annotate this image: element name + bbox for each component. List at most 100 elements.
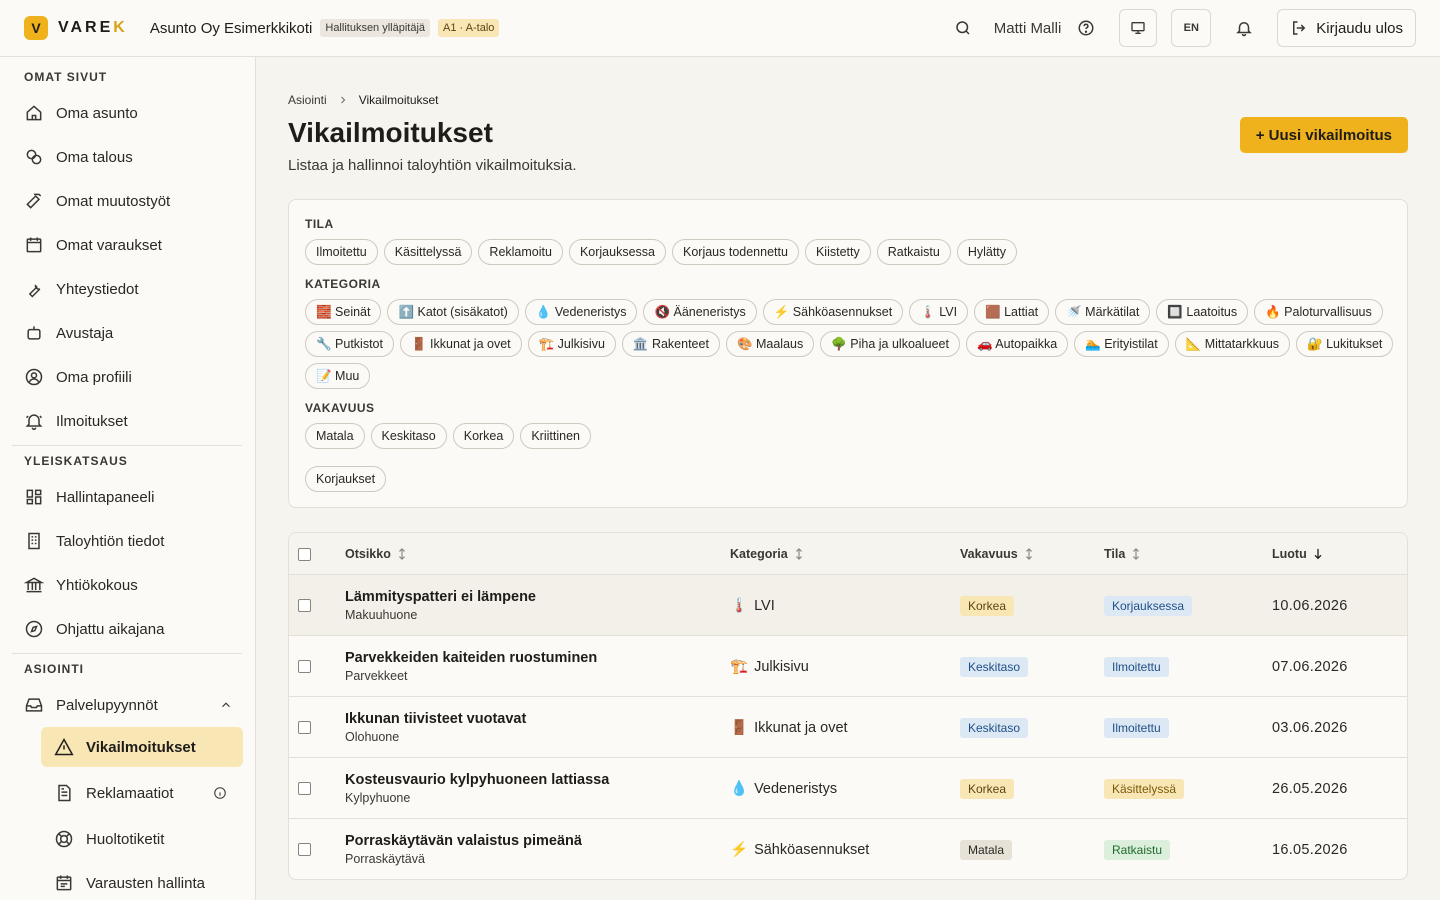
sidebar-item-palvelupyynnot[interactable]: Palvelupyynnöt (0, 683, 255, 727)
status-badge: Käsittelyssä (1104, 778, 1185, 799)
select-all-cell (298, 533, 311, 575)
sidebar-item-omat-muutostyot[interactable]: Omat muutostyöt (0, 179, 255, 223)
table-row[interactable]: Ikkunan tiivisteet vuotavat Olohuone 🚪 Ikku… (289, 697, 1407, 758)
sidebar-item-omat-varaukset[interactable]: Omat varaukset (0, 223, 255, 267)
row-title[interactable]: Kosteusvaurio kylpyhuoneen lattiassa (345, 772, 609, 788)
sort-desc-icon (1314, 548, 1322, 560)
filter-chip-kategoria-3[interactable]: 🔇 Ääneneristys (643, 299, 757, 325)
filter-chip-kategoria-19[interactable]: 🔐 Lukitukset (1296, 331, 1394, 357)
col-status[interactable]: Tila (1104, 533, 1141, 575)
filter-chip-tila-6[interactable]: Ratkaistu (876, 239, 951, 265)
logout-button[interactable]: Kirjaudu ulos (1277, 9, 1416, 47)
filter-chip-kategoria-12[interactable]: 🏗️ Julkisivu (527, 331, 616, 357)
filter-chip-tila-2[interactable]: Reklamoitu (478, 239, 563, 265)
sidebar-item-huoltotiketit[interactable]: Huoltotiketit (41, 819, 243, 859)
sidebar-item-ohjattu-aikajana[interactable]: Ohjattu aikajana (0, 607, 255, 651)
sidebar-item-varausten-hallinta[interactable]: Varausten hallinta (41, 863, 243, 900)
filter-chip-tila-0[interactable]: Ilmoitettu (305, 239, 378, 265)
filter-chip-vakavuus-1[interactable]: Keskitaso (370, 423, 447, 449)
row-checkbox[interactable] (298, 721, 311, 734)
search-icon[interactable] (944, 9, 982, 47)
row-checkbox[interactable] (298, 599, 311, 612)
filter-chip-vakavuus-0[interactable]: Matala (305, 423, 365, 449)
language-button[interactable]: EN (1171, 9, 1212, 47)
col-created[interactable]: Luotu (1272, 533, 1323, 575)
sidebar-item-taloyhtion-tiedot[interactable]: Taloyhtiön tiedot (0, 519, 255, 563)
row-category-cell: 🌡️ LVI (730, 575, 775, 636)
sort-icon (1025, 548, 1032, 560)
select-all-checkbox[interactable] (298, 547, 311, 561)
sort-icon (795, 548, 802, 560)
col-category[interactable]: Kategoria (730, 533, 804, 575)
user-name[interactable]: Matti Malli (994, 20, 1062, 37)
sidebar-item-yhteystiedot[interactable]: Yhteystiedot (0, 267, 255, 311)
row-title[interactable]: Parvekkeiden kaiteiden ruostuminen (345, 650, 597, 666)
filter-chip-korjaukset[interactable]: Korjaukset (305, 466, 387, 492)
filter-chip-kategoria-17[interactable]: 🏊 Erityistilat (1074, 331, 1169, 357)
row-date-cell: 03.06.2026 (1272, 697, 1348, 758)
table-row[interactable]: Parvekkeiden kaiteiden ruostuminen Parvek… (289, 636, 1407, 697)
severity-badge: Korkea (960, 595, 1015, 616)
row-checkbox[interactable] (298, 782, 311, 795)
lifebuoy-icon (55, 830, 73, 848)
row-date-cell: 16.05.2026 (1272, 819, 1348, 879)
filter-chip-kategoria-1[interactable]: ⬆️ Katot (sisäkatot) (387, 299, 519, 325)
table-row[interactable]: Kosteusvaurio kylpyhuoneen lattiassa Kylp… (289, 758, 1407, 819)
sidebar-item-avustaja[interactable]: Avustaja (0, 311, 255, 355)
filter-chip-kategoria-16[interactable]: 🚗 Autopaikka (965, 331, 1069, 357)
filter-chip-kategoria-2[interactable]: 💧 Vedeneristys (524, 299, 638, 325)
filter-chip-kategoria-18[interactable]: 📐 Mittatarkkuus (1174, 331, 1291, 357)
filter-chip-kategoria-10[interactable]: 🔧 Putkistot (305, 331, 394, 357)
sidebar-item-yhtiokokous[interactable]: Yhtiökokous (0, 563, 255, 607)
new-fault-report-button[interactable]: + Uusi vikailmoitus (1239, 117, 1408, 153)
filter-chip-kategoria-5[interactable]: 🌡️ LVI (909, 299, 969, 325)
sidebar-item-oma-asunto[interactable]: Oma asunto (0, 91, 255, 135)
filter-chip-kategoria-4[interactable]: ⚡ Sähköasennukset (762, 299, 904, 325)
filter-chip-kategoria-14[interactable]: 🎨 Maalaus (725, 331, 815, 357)
row-select-cell (298, 636, 311, 697)
sidebar-item-oma-talous[interactable]: Oma talous (0, 135, 255, 179)
row-title[interactable]: Porraskäytävän valaistus pimeänä (345, 833, 582, 849)
sidebar-item-ilmoitukset[interactable]: Ilmoitukset (0, 399, 255, 443)
severity-badge: Keskitaso (960, 717, 1029, 738)
filter-chip-vakavuus-2[interactable]: Korkea (452, 423, 515, 449)
col-severity[interactable]: Vakavuus (960, 533, 1034, 575)
filter-chip-tila-7[interactable]: Hylätty (956, 239, 1018, 265)
filter-chip-kategoria-8[interactable]: 🔲 Laatoitus (1156, 299, 1249, 325)
table-row[interactable]: Porraskäytävän valaistus pimeänä Porraskä… (289, 819, 1407, 879)
bell-icon[interactable] (1225, 9, 1263, 47)
help-icon[interactable] (1067, 9, 1105, 47)
filter-chip-vakavuus-3[interactable]: Kriittinen (520, 423, 591, 449)
col-title[interactable]: Otsikko (345, 533, 407, 575)
row-title[interactable]: Lämmityspatteri ei lämpene (345, 589, 536, 605)
filter-chip-kategoria-13[interactable]: 🏛️ Rakenteet (621, 331, 720, 357)
filter-chip-tila-1[interactable]: Käsittelyssä (383, 239, 473, 265)
row-date-cell: 26.05.2026 (1272, 758, 1348, 819)
row-title[interactable]: Ikkunan tiivisteet vuotavat (345, 711, 526, 727)
filter-chip-kategoria-20[interactable]: 📝 Muu (305, 363, 371, 389)
filter-chip-kategoria-15[interactable]: 🌳 Piha ja ulkoalueet (820, 331, 960, 357)
breadcrumb-root[interactable]: Asiointi (288, 93, 327, 107)
filter-chip-tila-3[interactable]: Korjauksessa (568, 239, 666, 265)
row-checkbox[interactable] (298, 660, 311, 673)
filter-chip-kategoria-11[interactable]: 🚪 Ikkunat ja ovet (399, 331, 522, 357)
logo[interactable]: V VAREK (24, 16, 128, 40)
filter-chip-tila-4[interactable]: Korjaus todennettu (672, 239, 799, 265)
display-mode-button[interactable] (1119, 9, 1158, 47)
severity-badge: Matala (960, 839, 1013, 860)
filter-chip-kategoria-0[interactable]: 🧱 Seinät (305, 299, 382, 325)
row-select-cell (298, 575, 311, 636)
sidebar-item-oma-profiili[interactable]: Oma profiili (0, 355, 255, 399)
wrench-icon (28, 284, 41, 298)
filter-chip-kategoria-7[interactable]: 🚿 Märkätilat (1055, 299, 1151, 325)
row-date: 16.05.2026 (1272, 841, 1348, 858)
table-row[interactable]: Lämmityspatteri ei lämpene Makuuhuone 🌡️ LV… (289, 575, 1407, 636)
sidebar-item-reklamaatiot[interactable]: Reklamaatiot (41, 773, 243, 813)
filter-chip-kategoria-9[interactable]: 🔥 Paloturvallisuus (1254, 299, 1383, 325)
sidebar-item-hallintapaneeli[interactable]: Hallintapaneeli (0, 475, 255, 519)
sidebar-item-vikailmoitukset[interactable]: Vikailmoitukset (41, 727, 243, 767)
row-checkbox[interactable] (298, 843, 311, 856)
filter-chip-tila-5[interactable]: Kiistetty (804, 239, 871, 265)
row-location: Porraskäytävä (345, 852, 425, 866)
filter-chip-kategoria-6[interactable]: 🟫 Lattiat (974, 299, 1050, 325)
